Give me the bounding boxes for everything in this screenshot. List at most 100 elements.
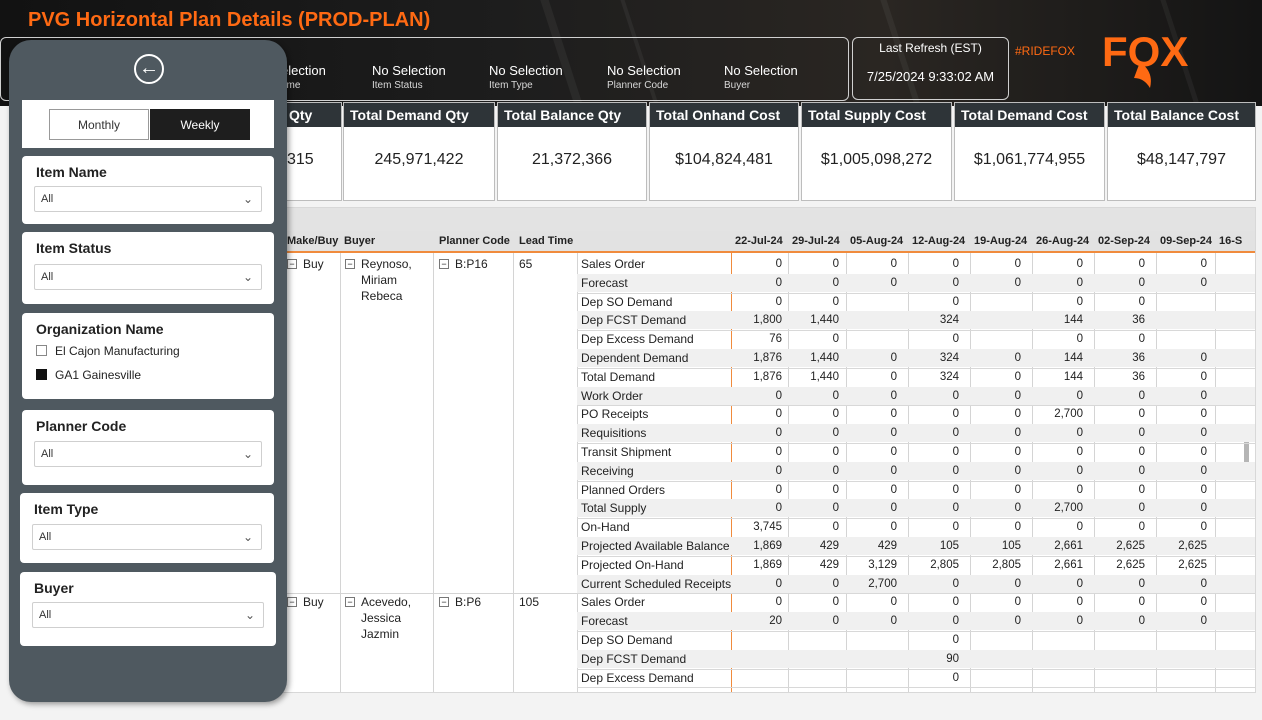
item-type-dropdown[interactable]: All ⌄ (32, 524, 262, 550)
filter-chip-planner-code[interactable]: No Selection Planner Code (607, 63, 681, 91)
matrix-cell: 0 (1138, 446, 1145, 458)
measure-label: Transit Shipment (581, 445, 672, 459)
matrix-cell: 2,700 (868, 577, 897, 590)
collapse-icon[interactable]: − (287, 597, 297, 608)
matrix-cell: 0 (1138, 389, 1145, 402)
kpi-total-supply-cost: Total Supply Cost $1,005,098,272 (801, 102, 952, 201)
matrix-cell: 0 (832, 615, 839, 628)
column-divider (513, 253, 514, 692)
col-header-date[interactable]: 09-Sep-24 (1160, 235, 1212, 247)
filter-chip-item-status[interactable]: No Selection Item Status (372, 63, 446, 91)
planner-code-dropdown[interactable]: All ⌄ (34, 441, 262, 467)
matrix-cell: 0 (1138, 521, 1145, 534)
matrix-cell: 0 (1014, 483, 1021, 496)
group-planner-code[interactable]: − B:P16 (439, 256, 488, 272)
collapse-icon[interactable]: − (345, 259, 355, 269)
col-header-date[interactable]: 02-Sep-24 (1098, 235, 1150, 247)
matrix-cell: 0 (1076, 596, 1083, 609)
kpi-total-demand-qty: Total Demand Qty 245,971,422 (343, 102, 495, 201)
measure-label: Forecast (581, 275, 628, 290)
matrix-cell: 0 (1076, 464, 1083, 477)
matrix-cell: 0 (952, 295, 959, 308)
matrix-cell: 0 (952, 408, 959, 421)
checkbox-checked (36, 369, 47, 380)
item-name-dropdown[interactable]: All ⌄ (34, 186, 262, 212)
matrix-cell: 2,625 (1116, 558, 1145, 571)
back-arrow-icon[interactable]: ← (134, 54, 164, 84)
group-make-buy[interactable]: − Buy (287, 594, 324, 610)
planner-code-filter: Planner Code All ⌄ (22, 410, 274, 485)
matrix-cell: 20 (769, 615, 782, 628)
collapse-icon[interactable]: − (439, 597, 449, 608)
matrix-cell: 0 (1138, 427, 1145, 440)
matrix-cell: 2,805 (992, 558, 1021, 571)
col-header-date[interactable]: 26-Aug-24 (1036, 235, 1089, 247)
col-header-date[interactable]: 22-Jul-24 (735, 235, 783, 247)
col-header-date[interactable]: 29-Jul-24 (792, 235, 840, 247)
matrix-cell: 0 (1014, 370, 1021, 383)
column-divider (433, 253, 434, 692)
org-option-el-cajon[interactable]: El Cajon Manufacturing (36, 344, 180, 358)
col-header-planner-code[interactable]: Planner Code (439, 235, 510, 247)
item-status-dropdown[interactable]: All ⌄ (34, 264, 262, 290)
filter-chip-item-name[interactable]: election ame (281, 63, 326, 91)
matrix-cell: 0 (952, 577, 959, 590)
matrix-cell: 0 (775, 427, 782, 440)
page-title: PVG Horizontal Plan Details (PROD-PLAN) (28, 9, 431, 31)
group-buyer[interactable]: − Acevedo, Jessica Jazmin (345, 594, 429, 642)
last-refresh-value: 7/25/2024 9:33:02 AM (866, 69, 995, 84)
matrix-cell: 0 (1076, 389, 1083, 402)
measure-label: Dep Excess Demand (581, 670, 694, 685)
buyer-dropdown[interactable]: All ⌄ (32, 602, 264, 628)
col-header-lead-time[interactable]: Lead Time (519, 235, 573, 247)
col-header-buyer[interactable]: Buyer (344, 235, 375, 247)
collapse-icon[interactable]: − (439, 259, 449, 269)
matrix-cell: 0 (952, 634, 959, 646)
matrix-cell: 0 (890, 370, 897, 383)
org-option-ga1-gainesville[interactable]: GA1 Gainesville (36, 368, 141, 382)
matrix-cell: 0 (775, 502, 782, 515)
monthly-button[interactable]: Monthly (49, 109, 149, 140)
matrix-cell: 0 (890, 521, 897, 534)
matrix-cell: 0 (890, 615, 897, 628)
matrix-cell: 0 (832, 389, 839, 402)
horizontal-plan-matrix[interactable]: Make/Buy Buyer Planner Code Lead Time 22… (282, 207, 1256, 693)
matrix-cell: 0 (1138, 615, 1145, 628)
filter-chip-item-type[interactable]: No Selection Item Type (489, 63, 563, 91)
matrix-cell: 0 (832, 258, 839, 270)
col-header-date[interactable]: 16-S (1219, 235, 1242, 247)
matrix-cell: 0 (952, 276, 959, 289)
group-make-buy[interactable]: − Buy (287, 256, 324, 272)
collapse-icon[interactable]: − (287, 259, 297, 269)
matrix-cell: 0 (890, 464, 897, 477)
matrix-cell: 0 (1138, 464, 1145, 477)
matrix-cell: 0 (890, 446, 897, 458)
matrix-cell: 0 (775, 596, 782, 609)
measure-label: On-Hand (581, 520, 630, 535)
group-planner-code[interactable]: − B:P6 (439, 594, 481, 610)
matrix-cell: 105 (939, 540, 959, 552)
matrix-cell: 0 (1014, 352, 1021, 364)
col-header-date[interactable]: 05-Aug-24 (850, 235, 903, 247)
matrix-cell: 0 (1076, 427, 1083, 440)
matrix-cell: 0 (1014, 427, 1021, 440)
kpi-total-balance-qty: Total Balance Qty 21,372,366 (497, 102, 647, 201)
col-header-make-buy[interactable]: Make/Buy (287, 235, 338, 247)
col-header-date[interactable]: 12-Aug-24 (912, 235, 965, 247)
matrix-cell: 0 (890, 408, 897, 421)
weekly-button[interactable]: Weekly (150, 109, 250, 140)
matrix-cell: 0 (1200, 483, 1207, 496)
matrix-cell: 0 (1076, 483, 1083, 496)
measure-label: Current Scheduled Receipts (581, 576, 732, 591)
matrix-cell: 0 (890, 276, 897, 289)
matrix-cell: 0 (1014, 596, 1021, 609)
group-buyer[interactable]: − Reynoso, Miriam Rebeca (345, 256, 429, 304)
matrix-cell: 0 (952, 258, 959, 270)
col-header-date[interactable]: 19-Aug-24 (974, 235, 1027, 247)
collapse-icon[interactable]: − (345, 597, 355, 608)
matrix-cell: 0 (1138, 295, 1145, 308)
filter-chip-buyer[interactable]: No Selection Buyer (724, 63, 798, 91)
matrix-cell: 0 (1138, 333, 1145, 346)
row-divider (577, 330, 1255, 332)
matrix-cell: 0 (832, 464, 839, 477)
